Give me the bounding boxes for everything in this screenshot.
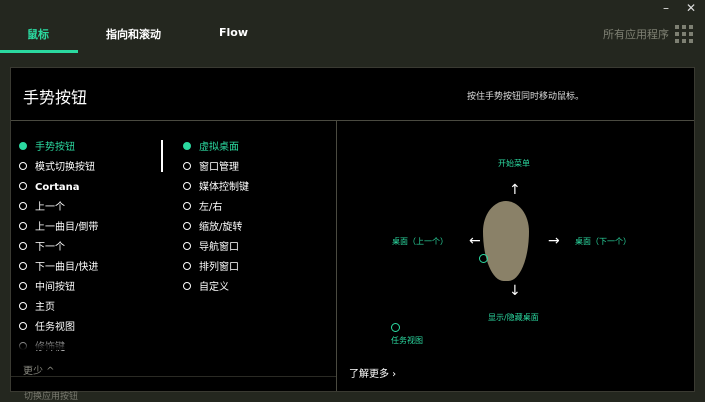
- tab-point-and-scroll[interactable]: 指向和滚动: [106, 26, 161, 42]
- active-tab-indicator: [0, 50, 78, 53]
- divider: [11, 376, 336, 377]
- radio-icon: [183, 282, 191, 290]
- list-item-previous-track[interactable]: 上一曲目/倒带: [19, 221, 98, 235]
- radio-icon: [183, 262, 191, 270]
- radio-icon: [19, 322, 27, 330]
- arrow-left-icon: ←: [469, 233, 481, 249]
- show-less-button[interactable]: 更少 ^: [23, 362, 55, 377]
- radio-icon: [183, 242, 191, 250]
- option-virtual-desktop[interactable]: 虚拟桌面: [183, 141, 239, 155]
- gesture-settings-panel: 手势按钮 按住手势按钮同时移动鼠标。 手势按钮 模式切换按钮 Cortana 上…: [10, 67, 695, 392]
- option-zoom-rotate[interactable]: 缩放/旋转: [183, 221, 242, 235]
- option-media-control[interactable]: 媒体控制键: [183, 181, 249, 195]
- gesture-up-label: 开始菜单: [498, 159, 530, 168]
- gesture-down-label: 显示/隐藏桌面: [488, 313, 539, 322]
- list-item-next[interactable]: 下一个: [19, 241, 65, 255]
- list-item-task-view[interactable]: 任务视图: [19, 321, 75, 335]
- divider: [11, 120, 694, 121]
- option-arrange-window[interactable]: 排列窗口: [183, 261, 239, 275]
- list-item-home[interactable]: 主页: [19, 301, 55, 315]
- radio-icon: [19, 262, 27, 270]
- radio-icon: [19, 202, 27, 210]
- tab-mouse[interactable]: 鼠标: [27, 26, 49, 42]
- radio-selected-icon: [183, 142, 191, 150]
- arrow-down-icon: ↓: [509, 283, 521, 299]
- divider: [336, 120, 337, 391]
- radio-icon: [183, 202, 191, 210]
- list-item-gesture-button[interactable]: 手势按钮: [19, 141, 75, 155]
- list-item-next-track[interactable]: 下一曲目/快进: [19, 261, 98, 275]
- list-item-previous[interactable]: 上一个: [19, 201, 65, 215]
- list-item-cortana[interactable]: Cortana: [19, 181, 80, 195]
- gesture-right-label: 桌面（下一个）: [575, 237, 631, 246]
- panel-hint: 按住手势按钮同时移动鼠标。: [466, 92, 584, 102]
- radio-icon: [19, 162, 27, 170]
- radio-icon: [19, 282, 27, 290]
- option-left-right[interactable]: 左/右: [183, 201, 222, 215]
- selection-indicator: [161, 140, 163, 172]
- panel-title: 手势按钮: [23, 88, 88, 107]
- tab-flow[interactable]: Flow: [219, 26, 248, 39]
- option-custom[interactable]: 自定义: [183, 281, 229, 295]
- learn-more-link[interactable]: 了解更多 ›: [349, 365, 396, 380]
- radio-icon: [183, 182, 191, 190]
- gesture-left-label: 桌面（上一个）: [392, 237, 448, 246]
- radio-icon: [19, 182, 27, 190]
- close-button[interactable]: ✕: [686, 2, 696, 14]
- apps-grid-icon[interactable]: [675, 25, 693, 43]
- cut-off-list-item: 切换应用按钮: [24, 392, 79, 402]
- option-window-management[interactable]: 窗口管理: [183, 161, 239, 175]
- radio-icon: [19, 302, 27, 310]
- radio-icon: [183, 222, 191, 230]
- option-navigate-window[interactable]: 导航窗口: [183, 241, 239, 255]
- radio-selected-icon: [19, 142, 27, 150]
- minimize-button[interactable]: –: [663, 2, 669, 14]
- list-item-middle-button[interactable]: 中间按钮: [19, 281, 75, 295]
- top-bar: – ✕ 鼠标 指向和滚动 Flow 所有应用程序: [0, 0, 705, 56]
- gesture-tap-label: 任务视图: [391, 336, 423, 345]
- all-apps-label[interactable]: 所有应用程序: [603, 26, 669, 42]
- radio-icon: [19, 222, 27, 230]
- arrow-up-icon: ↑: [509, 182, 521, 198]
- gesture-button-marker: [479, 254, 488, 263]
- radio-icon: [19, 242, 27, 250]
- list-item-mode-shift[interactable]: 模式切换按钮: [19, 161, 95, 175]
- radio-icon: [183, 162, 191, 170]
- task-view-marker: [391, 323, 400, 332]
- arrow-right-icon: →: [548, 233, 560, 249]
- list-fade: [11, 336, 171, 350]
